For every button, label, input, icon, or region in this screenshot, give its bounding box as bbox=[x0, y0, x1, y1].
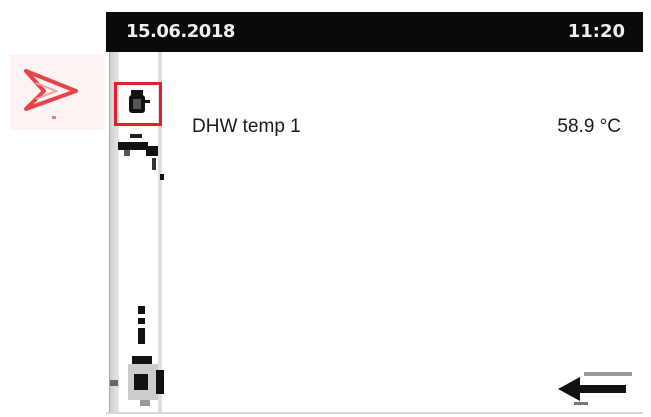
dhw-temp-value: 58.9 °C bbox=[557, 116, 621, 137]
pointer-indicator bbox=[10, 55, 105, 130]
tap-water-icon[interactable] bbox=[116, 132, 168, 182]
icon-strip bbox=[106, 52, 170, 414]
bottom-divider bbox=[106, 412, 643, 414]
device-display: 15.06.2018 11:20 DHW temp 1 58.9 °C bbox=[106, 12, 643, 414]
status-time: 11:20 bbox=[567, 21, 625, 42]
thermometer-icon[interactable] bbox=[136, 306, 148, 346]
back-button[interactable] bbox=[554, 368, 638, 406]
dhw-temp-label: DHW temp 1 bbox=[192, 116, 301, 137]
status-bar: 15.06.2018 11:20 bbox=[106, 12, 643, 52]
pump-icon[interactable] bbox=[110, 352, 168, 408]
pointer-arrow-icon bbox=[24, 69, 78, 111]
selection-frame bbox=[114, 82, 162, 126]
pointer-dot bbox=[52, 116, 56, 119]
back-arrow-icon bbox=[558, 372, 632, 405]
status-date: 15.06.2018 bbox=[126, 21, 235, 42]
